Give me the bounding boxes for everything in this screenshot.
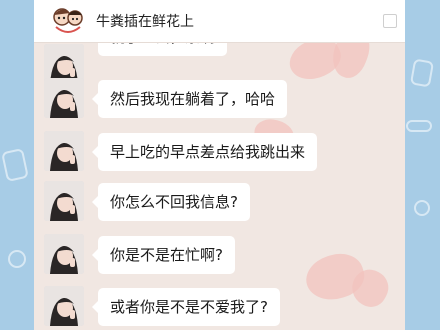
chat-panel: 牛粪插在鲜花上 就了一会，累啊 bbox=[34, 0, 405, 330]
user-avatar[interactable] bbox=[44, 181, 84, 221]
message-row: 早上吃的早点差点给我跳出来 bbox=[44, 131, 394, 175]
doodle-decoration bbox=[409, 58, 435, 88]
message-text: 或者你是不是不爱我了? bbox=[110, 298, 268, 316]
message-text: 早上吃的早点差点给我跳出来 bbox=[110, 143, 306, 161]
message-text: 你是不是在忙啊? bbox=[110, 246, 223, 264]
message-bubble: 早上吃的早点差点给我跳出来 bbox=[91, 133, 318, 171]
user-avatar[interactable] bbox=[44, 286, 84, 326]
user-avatar[interactable] bbox=[44, 78, 84, 118]
message-row: 或者你是不是不爱我了? bbox=[44, 286, 394, 330]
message-bubble: 你怎么不回我信息? bbox=[92, 183, 250, 221]
message-text: 然后我现在躺着了，哈哈 bbox=[110, 90, 276, 108]
user-avatar[interactable] bbox=[44, 234, 84, 274]
doodle-decoration bbox=[406, 120, 432, 132]
chat-title: 牛粪插在鲜花上 bbox=[96, 14, 194, 30]
user-avatar[interactable] bbox=[44, 131, 84, 171]
app-window: 牛粪插在鲜花上 就了一会，累啊 bbox=[0, 0, 440, 330]
message-row: 然后我现在躺着了，哈哈 bbox=[44, 78, 394, 122]
doodle-decoration bbox=[8, 250, 26, 268]
doodle-decoration bbox=[1, 148, 29, 182]
message-text: 你怎么不回我信息? bbox=[110, 193, 238, 211]
cartoon-pair-logo-icon bbox=[46, 2, 90, 40]
message-bubble: 或者你是不是不爱我了? bbox=[92, 288, 280, 326]
message-bubble: 然后我现在躺着了，哈哈 bbox=[91, 80, 288, 118]
chat-header: 牛粪插在鲜花上 bbox=[34, 0, 405, 43]
doodle-decoration bbox=[414, 200, 430, 216]
window-toggle-icon[interactable] bbox=[383, 14, 397, 28]
message-row: 你怎么不回我信息? bbox=[44, 181, 394, 225]
message-row: 你是不是在忙啊? bbox=[44, 234, 394, 278]
message-bubble: 你是不是在忙啊? bbox=[92, 236, 235, 274]
